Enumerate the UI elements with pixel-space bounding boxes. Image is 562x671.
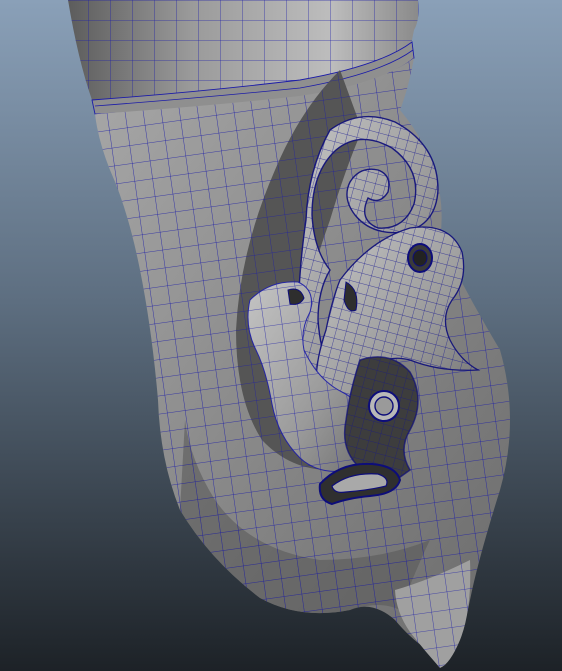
viewport-canvas[interactable] xyxy=(0,0,562,671)
maya-3d-viewport[interactable] xyxy=(0,0,562,671)
